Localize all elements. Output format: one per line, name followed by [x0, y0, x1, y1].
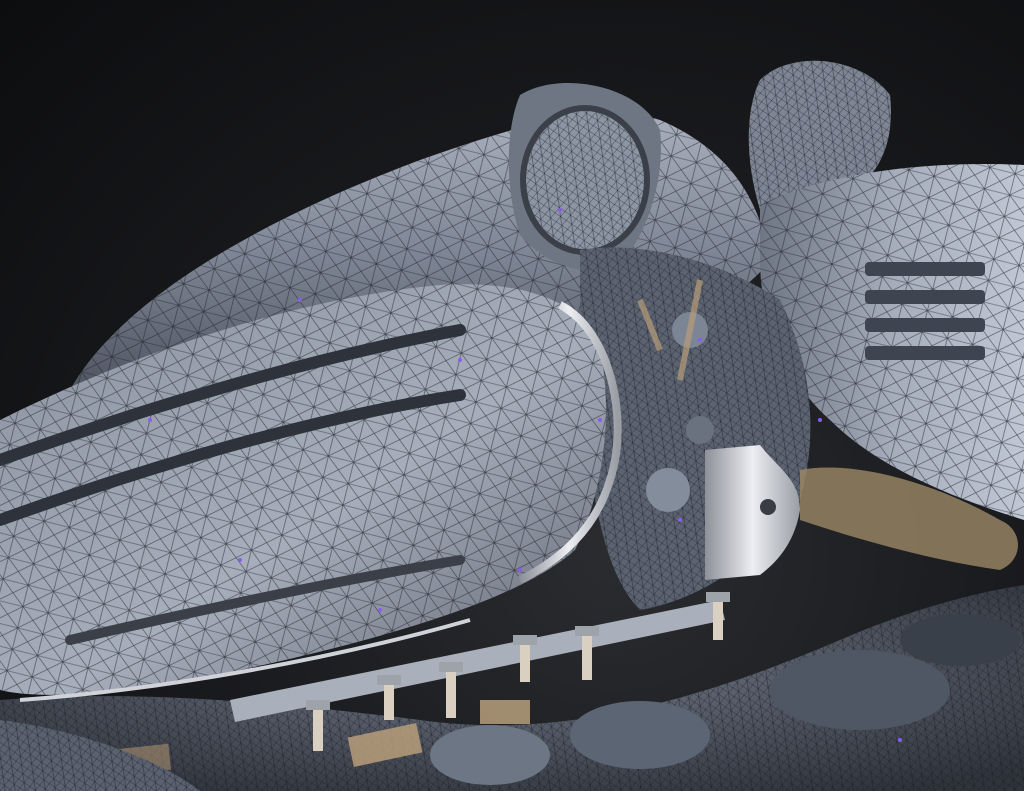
render-viewport[interactable]	[0, 0, 1024, 791]
injector	[377, 675, 401, 720]
engine-mesh-render	[0, 60, 1024, 791]
injector	[439, 662, 463, 718]
injector	[575, 626, 599, 680]
